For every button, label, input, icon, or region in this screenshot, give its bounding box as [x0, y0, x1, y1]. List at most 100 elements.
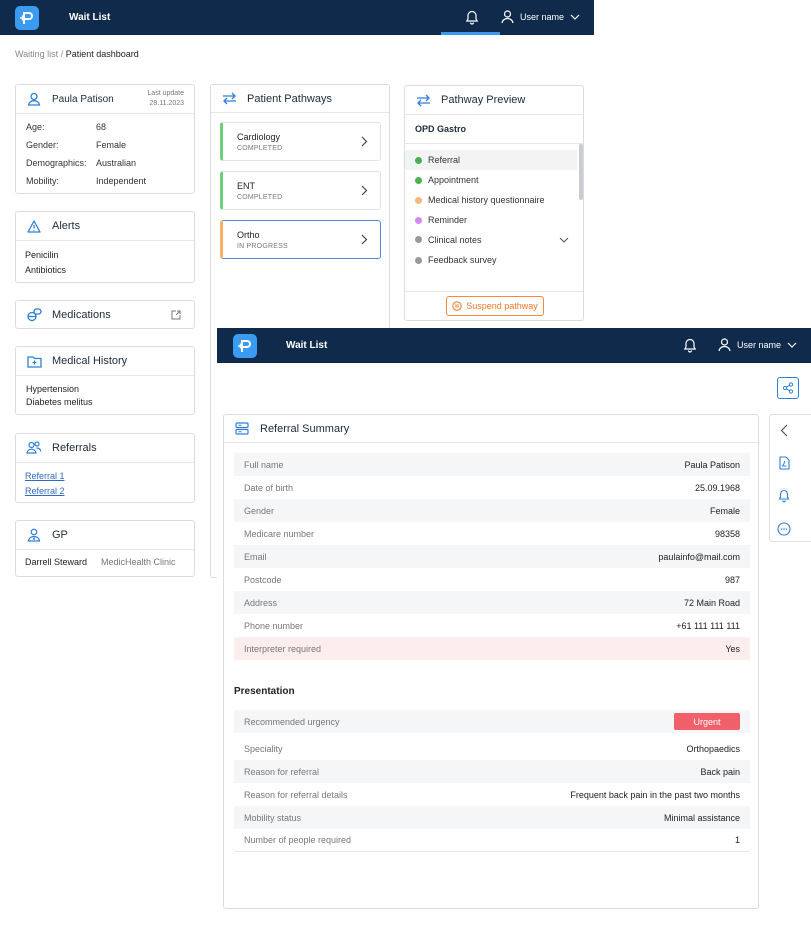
notifications-bell-icon[interactable] [683, 338, 697, 358]
row-value: 25.09.1968 [694, 482, 740, 493]
step-item[interactable]: Reminder [405, 210, 577, 230]
alerts-title: Alerts [52, 220, 81, 232]
field-value: Independent [96, 176, 147, 186]
app-logo[interactable] [233, 334, 257, 358]
step-item[interactable]: Medical history questionnaire [405, 190, 577, 210]
pathways-title: Patient Pathways [247, 92, 332, 105]
step-label: Reminder [428, 215, 468, 225]
row-value: 98358 [714, 528, 740, 539]
row-value: Minimal assistance [663, 812, 740, 823]
chevron-down-icon [559, 237, 569, 243]
medical-history-card: Medical History Hypertension Diabetes me… [15, 346, 195, 415]
step-label: Clinical notes [428, 235, 482, 245]
doctor-icon [26, 527, 42, 543]
row-label: Reason for referral [244, 766, 320, 777]
alerts-card: Alerts Penicilin Antibiotics [15, 211, 195, 283]
status-dot [415, 196, 422, 204]
logo-icon [20, 12, 33, 24]
external-link-icon[interactable] [168, 307, 184, 323]
list-document-icon [234, 421, 250, 437]
app-logo[interactable] [15, 6, 39, 30]
preview-scrollbar[interactable] [579, 144, 583, 200]
collapse-chevron-left-icon[interactable] [773, 419, 795, 441]
presentation-row: Number of people required 1 [234, 829, 750, 852]
notification-bell-icon[interactable] [773, 485, 795, 507]
step-item[interactable]: Feedback survey [405, 250, 577, 270]
field-label: Demographics: [26, 158, 87, 168]
field-label: Gender: [26, 140, 59, 150]
alert-item: Penicilin [25, 250, 59, 260]
patient-fields: Age: 68 Gender: Female Demographics: Austra… [16, 114, 194, 194]
pathway-name: Ortho [237, 229, 260, 240]
row-label: Postcode [244, 574, 282, 585]
share-button[interactable] [777, 377, 799, 399]
history-item: Hypertension [26, 384, 80, 394]
active-tab-indicator [441, 32, 500, 35]
gp-clinic: MedicHealth Clinic [101, 557, 176, 567]
presentation-heading: Presentation [234, 686, 295, 697]
side-toolbar [769, 414, 811, 542]
suspend-pathway-button[interactable]: Suspend pathway [446, 296, 544, 316]
pathway-item-cardiology[interactable]: Cardiology COMPLETED [220, 122, 381, 161]
summary-row: Postcode 987 [234, 568, 750, 591]
share-icon [782, 382, 794, 394]
patient-card-header: Paula Patison Last update 28.11.2023 [16, 85, 194, 114]
patient-field-row: Gender: Female [26, 136, 184, 154]
field-label: Mobility: [26, 176, 60, 186]
history-item: Diabetes melitus [26, 397, 93, 407]
alerts-header: Alerts [16, 212, 194, 241]
row-value: Paula Patison [684, 459, 740, 470]
alert-item: Antibiotics [25, 265, 67, 275]
patient-field-row: Mobility: Independent [26, 172, 184, 190]
patient-field-row: Age: 68 [26, 118, 184, 136]
preview-steps: Referral Appointment Medical history que… [405, 150, 577, 270]
pathways-header: Patient Pathways [211, 85, 389, 113]
pathway-item-ent[interactable]: ENT COMPLETED [220, 171, 381, 210]
referral-link[interactable]: Referral 2 [25, 484, 185, 499]
pathway-item-ortho[interactable]: Ortho IN PROGRESS [220, 220, 381, 259]
logo-icon [238, 340, 251, 352]
user-menu[interactable]: User name [718, 338, 797, 352]
row-label: Address [244, 597, 278, 608]
field-value: Australian [96, 158, 137, 168]
row-label: Mobility status [244, 812, 302, 823]
medical-history-title: Medical History [52, 355, 128, 367]
status-dot [415, 256, 422, 264]
summary-row-highlight: Interpreter required Yes [234, 637, 750, 660]
preview-title: Pathway Preview [441, 94, 526, 106]
chevron-right-icon [361, 234, 368, 245]
step-item[interactable]: Clinical notes [405, 230, 577, 250]
pdf-document-icon[interactable] [773, 452, 795, 474]
user-menu[interactable]: User name [501, 10, 580, 24]
people-icon [26, 440, 42, 456]
breadcrumb: Waiting list / Patient dashboard [15, 49, 139, 59]
app-title: Wait List [69, 12, 111, 23]
status-dot [415, 156, 422, 164]
row-label: Email [244, 551, 267, 562]
user-name: User name [520, 12, 565, 22]
chevron-right-icon [361, 136, 368, 147]
medications-card[interactable]: Medications [15, 300, 195, 329]
suspend-label: Suspend pathway [466, 301, 538, 311]
pathway-status: COMPLETED [237, 144, 283, 152]
row-label: Phone number [244, 620, 304, 631]
person-icon [26, 91, 42, 107]
notifications-bell-icon[interactable] [465, 10, 479, 30]
step-label: Referral [428, 155, 461, 165]
step-item[interactable]: Referral [405, 150, 577, 170]
breadcrumb-separator: / [58, 49, 66, 59]
pause-circle-icon [452, 301, 462, 311]
breadcrumb-parent[interactable]: Waiting list [15, 49, 58, 59]
chevron-down-icon [787, 342, 797, 348]
medical-history-header: Medical History [16, 347, 194, 376]
row-label: Medicare number [244, 528, 315, 539]
row-value: Female [709, 505, 740, 516]
step-item[interactable]: Appointment [405, 170, 577, 190]
referral-link[interactable]: Referral 1 [25, 469, 185, 484]
user-icon [501, 10, 514, 24]
user-icon [718, 338, 731, 352]
warning-triangle-icon [26, 218, 42, 234]
front-navigation-bar: Wait List User name [217, 328, 811, 363]
row-value: Yes [725, 643, 740, 654]
chat-bubble-icon[interactable] [773, 518, 795, 540]
